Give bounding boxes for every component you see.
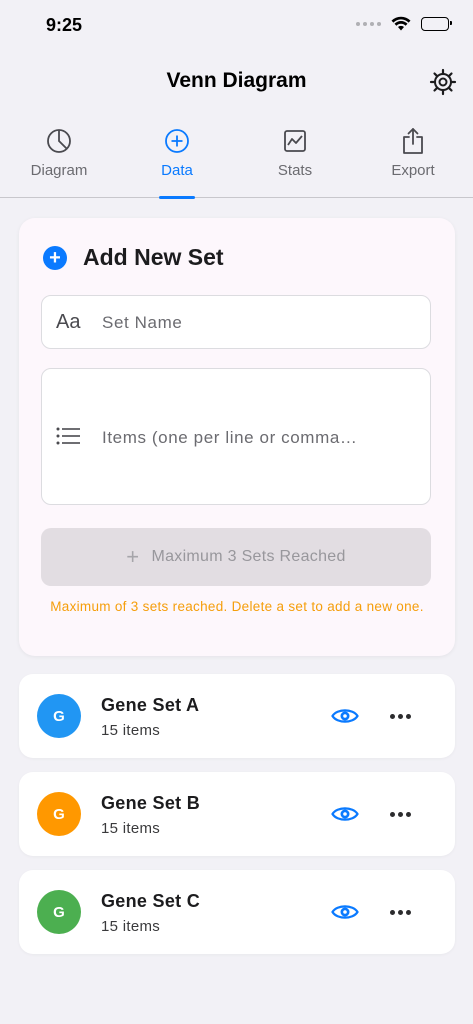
status-bar: 9:25: [0, 0, 473, 50]
tab-label: Stats: [277, 162, 313, 179]
tab-export[interactable]: Export: [358, 126, 468, 198]
tab-stats[interactable]: Stats: [240, 126, 350, 198]
set-card-a[interactable]: G Gene Set A 15 items: [19, 674, 455, 758]
text-format-icon: Aa: [56, 311, 81, 333]
cellular-signal-icon: [356, 21, 381, 26]
eye-icon: [331, 905, 359, 919]
more-options-button[interactable]: [385, 704, 415, 728]
set-name: Gene Set B: [101, 793, 201, 813]
avatar: G: [37, 694, 81, 738]
add-set-header: + Add New Set: [43, 244, 224, 271]
line-chart-icon: [283, 126, 307, 156]
tab-label: Data: [161, 162, 193, 179]
toggle-visibility-button[interactable]: [330, 702, 360, 730]
tab-diagram[interactable]: Diagram: [4, 126, 114, 198]
avatar: G: [37, 792, 81, 836]
add-set-card: + Add New Set Aa Set Name Items (one per…: [19, 218, 455, 656]
set-name: Gene Set C: [101, 891, 201, 911]
more-options-button[interactable]: [385, 900, 415, 924]
set-name: Gene Set A: [101, 695, 200, 715]
add-set-title: Add New Set: [83, 244, 224, 270]
status-time: 9:25: [46, 15, 83, 35]
list-icon: [56, 427, 80, 450]
tab-bar: Diagram Data Stats Export: [0, 126, 473, 199]
share-icon: [400, 126, 426, 156]
page-title: Venn Diagram: [166, 69, 307, 92]
set-count: 15 items: [101, 918, 161, 935]
toggle-visibility-button[interactable]: [330, 800, 360, 828]
eye-icon: [331, 709, 359, 723]
set-name-input[interactable]: Aa Set Name: [41, 295, 431, 349]
battery-icon: [421, 16, 452, 31]
toggle-visibility-button[interactable]: [330, 898, 360, 926]
eye-icon: [331, 807, 359, 821]
plus-circle-icon: +: [43, 245, 67, 270]
tab-label: Diagram: [30, 162, 88, 179]
set-name-placeholder: Set Name: [102, 313, 183, 332]
set-card-c[interactable]: G Gene Set C 15 items: [19, 870, 455, 954]
set-card-b[interactable]: G Gene Set B 15 items: [19, 772, 455, 856]
items-placeholder: Items (one per line or comma…: [102, 428, 358, 447]
plus-circle-icon: [164, 126, 190, 156]
set-count: 15 items: [101, 820, 161, 837]
more-options-button[interactable]: [385, 802, 415, 826]
gear-icon: [429, 68, 457, 96]
tab-label: Export: [391, 162, 435, 179]
plus-icon: +: [126, 544, 140, 569]
pie-chart-icon: [46, 126, 72, 156]
add-set-button[interactable]: + Maximum 3 Sets Reached: [41, 528, 431, 586]
add-set-button-label: Maximum 3 Sets Reached: [151, 548, 346, 565]
status-icons: [356, 16, 452, 31]
avatar: G: [37, 890, 81, 934]
tab-active-indicator: [159, 196, 195, 199]
max-sets-warning: Maximum of 3 sets reached. Delete a set …: [50, 599, 424, 614]
items-textarea[interactable]: Items (one per line or comma…: [41, 368, 431, 505]
wifi-icon: [391, 16, 411, 31]
tab-data[interactable]: Data: [122, 126, 232, 199]
settings-button[interactable]: [429, 68, 457, 96]
set-count: 15 items: [101, 722, 161, 739]
